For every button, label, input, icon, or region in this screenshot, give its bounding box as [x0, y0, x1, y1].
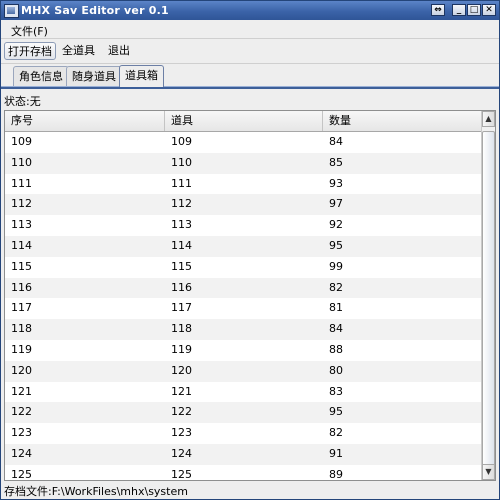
cell-item: 118 — [171, 322, 192, 336]
table-row[interactable]: 115 115 99 — [5, 257, 483, 278]
table-row[interactable]: 121 121 83 — [5, 382, 483, 403]
cell-item: 110 — [171, 155, 192, 169]
cell-index: 110 — [11, 155, 32, 169]
cell-quantity: 95 — [329, 238, 343, 252]
all-items-button[interactable]: 全道具 — [59, 42, 98, 60]
exit-button[interactable]: 退出 — [105, 42, 133, 60]
cell-quantity: 84 — [329, 135, 343, 148]
cell-quantity: 97 — [329, 197, 343, 211]
tab-bar: 角色信息 随身道具 道具箱 — [1, 63, 499, 87]
cell-index: 125 — [11, 467, 32, 481]
cell-index: 113 — [11, 218, 32, 232]
table-row[interactable]: 122 122 95 — [5, 402, 483, 424]
open-save-button[interactable]: 打开存档 — [4, 42, 56, 60]
cell-quantity: 88 — [329, 342, 343, 356]
table-row[interactable]: 120 120 80 — [5, 360, 483, 382]
cell-index: 115 — [11, 259, 32, 273]
maximize-button[interactable]: □ — [467, 4, 481, 16]
cell-index: 121 — [11, 384, 32, 398]
cell-quantity: 82 — [329, 280, 343, 294]
table-body: 109 109 84 110 110 85 111 111 93 112 112 97 113 113 92… — [5, 132, 483, 481]
menu-file[interactable]: 文件(F) — [11, 23, 48, 39]
cell-quantity: 84 — [329, 322, 343, 336]
cell-index: 118 — [11, 322, 32, 336]
table-row[interactable]: 111 111 93 — [5, 174, 483, 195]
cell-index: 112 — [11, 197, 32, 211]
cell-index: 116 — [11, 280, 32, 294]
cell-item: 122 — [171, 405, 192, 419]
table-row[interactable]: 109 109 84 — [5, 132, 483, 153]
table-row[interactable]: 112 112 97 — [5, 194, 483, 216]
cell-item: 109 — [171, 135, 192, 148]
minimize-button[interactable]: _ — [452, 4, 466, 16]
table-row[interactable]: 113 113 92 — [5, 215, 483, 236]
cell-quantity: 92 — [329, 218, 343, 232]
table-header: 序号 道具 数量 — [5, 111, 483, 132]
cell-item: 117 — [171, 301, 192, 315]
items-table: 序号 道具 数量 109 109 84 110 110 85 111 111 93 112 112 9… — [4, 110, 496, 481]
toolbar: 打开存档 全道具 退出 — [1, 38, 499, 64]
cell-index: 119 — [11, 342, 32, 356]
cell-index: 109 — [11, 135, 32, 148]
column-header-item[interactable]: 道具 — [165, 111, 323, 131]
table-row[interactable]: 116 116 82 — [5, 277, 483, 299]
cell-quantity: 93 — [329, 176, 343, 190]
table-row[interactable]: 118 118 84 — [5, 319, 483, 340]
table-row[interactable]: 125 125 89 — [5, 465, 483, 481]
cell-item: 111 — [171, 176, 192, 190]
table-row[interactable]: 117 117 81 — [5, 298, 483, 319]
cell-quantity: 82 — [329, 426, 343, 440]
save-file-path: 存档文件:F:\WorkFiles\mhx\system — [4, 485, 188, 498]
menu-bar: 文件(F) — [1, 20, 499, 38]
app-icon — [4, 4, 19, 18]
table-row[interactable]: 119 119 88 — [5, 340, 483, 361]
move-icon[interactable]: ⇔ — [431, 4, 445, 16]
cell-index: 114 — [11, 238, 32, 252]
tab-character-info[interactable]: 角色信息 — [13, 66, 69, 86]
table-row[interactable]: 124 124 91 — [5, 443, 483, 465]
cell-index: 123 — [11, 426, 32, 440]
table-row[interactable]: 123 123 82 — [5, 423, 483, 444]
cell-index: 111 — [11, 176, 32, 190]
cell-item: 115 — [171, 259, 192, 273]
cell-item: 119 — [171, 342, 192, 356]
scroll-thumb[interactable] — [482, 131, 495, 466]
cell-item: 120 — [171, 363, 192, 377]
cell-item: 123 — [171, 426, 192, 440]
table-row[interactable]: 110 110 85 — [5, 152, 483, 174]
vertical-scrollbar[interactable]: ▲ ▼ — [481, 111, 495, 480]
cell-quantity: 85 — [329, 155, 343, 169]
cell-item: 112 — [171, 197, 192, 211]
status-text: 状态:无 — [4, 95, 41, 108]
scroll-down-icon[interactable]: ▼ — [482, 464, 495, 480]
app-window: MHX Sav Editor ver 0.1 ⇔ _ □ ✕ 文件(F) 打开存… — [0, 0, 500, 500]
cell-index: 117 — [11, 301, 32, 315]
table-row[interactable]: 114 114 95 — [5, 235, 483, 257]
scroll-up-icon[interactable]: ▲ — [482, 111, 495, 127]
cell-quantity: 81 — [329, 301, 343, 315]
cell-index: 122 — [11, 405, 32, 419]
cell-item: 124 — [171, 446, 192, 460]
close-button[interactable]: ✕ — [482, 4, 496, 16]
tab-carried-items[interactable]: 随身道具 — [66, 66, 122, 86]
cell-item: 121 — [171, 384, 192, 398]
cell-quantity: 80 — [329, 363, 343, 377]
cell-item: 113 — [171, 218, 192, 232]
column-header-index[interactable]: 序号 — [5, 111, 165, 131]
cell-item: 114 — [171, 238, 192, 252]
cell-quantity: 95 — [329, 405, 343, 419]
cell-index: 124 — [11, 446, 32, 460]
window-title: MHX Sav Editor ver 0.1 — [21, 4, 169, 17]
tab-item-box[interactable]: 道具箱 — [119, 65, 164, 87]
tab-divider — [1, 86, 499, 89]
cell-item: 116 — [171, 280, 192, 294]
cell-index: 120 — [11, 363, 32, 377]
cell-quantity: 99 — [329, 259, 343, 273]
title-bar[interactable]: MHX Sav Editor ver 0.1 ⇔ _ □ ✕ — [1, 1, 499, 20]
column-header-quantity[interactable]: 数量 — [323, 111, 483, 131]
cell-quantity: 91 — [329, 446, 343, 460]
cell-quantity: 83 — [329, 384, 343, 398]
cell-item: 125 — [171, 467, 192, 481]
cell-quantity: 89 — [329, 467, 343, 481]
